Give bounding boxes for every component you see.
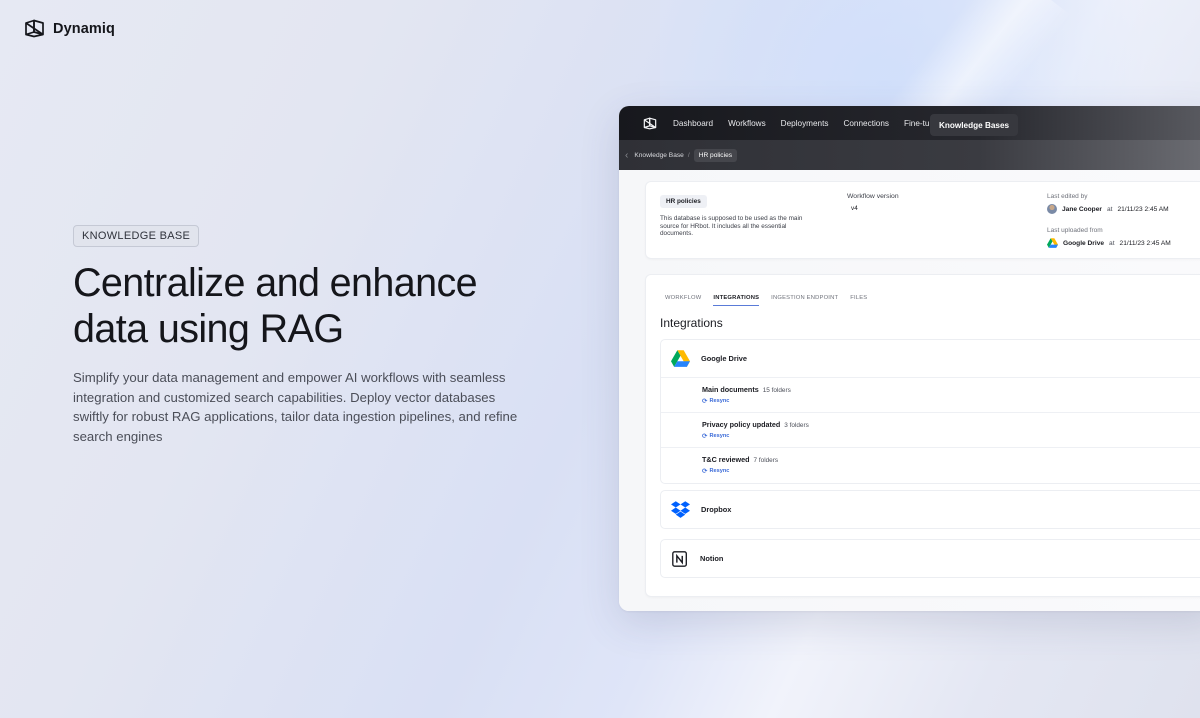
google-drive-icon xyxy=(1047,238,1058,248)
provider-notion: Notion xyxy=(660,539,1200,578)
at-word-2: at xyxy=(1109,239,1115,247)
provider-dropbox: Dropbox xyxy=(660,490,1200,529)
nav-logo-icon[interactable] xyxy=(643,117,657,130)
sync-icon: ⟳ xyxy=(702,398,708,405)
provider-header[interactable]: Dropbox xyxy=(661,491,1200,528)
hero-section: KNOWLEDGE BASE Centralize and enhance da… xyxy=(73,225,533,446)
nav-item-connections[interactable]: Connections xyxy=(843,119,889,128)
sync-icon: ⟳ xyxy=(702,468,708,475)
breadcrumb-separator: / xyxy=(687,151,690,159)
tab-workflow[interactable]: WORKFLOW xyxy=(665,295,701,306)
workflow-version-value: v4 xyxy=(851,205,858,212)
main-content: HR policies This database is supposed to… xyxy=(619,170,1200,611)
headline-line-1: Centralize and enhance xyxy=(73,261,478,305)
provider-header[interactable]: Notion xyxy=(661,540,1200,577)
tab-files[interactable]: FILES xyxy=(850,295,867,306)
brand[interactable]: Dynamiq xyxy=(24,19,115,38)
nav-item-workflows[interactable]: Workflows xyxy=(728,119,766,128)
folder-count: 3 folders xyxy=(784,422,809,429)
resync-label: Resync xyxy=(709,398,730,404)
last-edited-user: Jane Cooper xyxy=(1062,205,1102,213)
integrations-card: WORKFLOW INTEGRATIONS INGESTION ENDPOINT… xyxy=(645,274,1200,597)
kb-name-badge: HR policies xyxy=(660,195,707,208)
workflow-version-label: Workflow version xyxy=(847,193,899,200)
provider-name: Notion xyxy=(700,554,724,563)
sync-icon: ⟳ xyxy=(702,433,708,440)
resync-link[interactable]: ⟳ Resync xyxy=(702,397,1200,405)
top-nav: Dashboard Workflows Deployments Connecti… xyxy=(619,106,1200,140)
nav-item-deployments[interactable]: Deployments xyxy=(781,119,829,128)
list-item: Main documents 15 folders ⟳ Resync xyxy=(661,378,1200,413)
headline-line-2: data using RAG xyxy=(73,307,344,351)
breadcrumb-bar: ‹ Knowledge Base / HR policies xyxy=(619,140,1200,170)
brand-name: Dynamiq xyxy=(53,20,115,37)
at-word: at xyxy=(1106,205,1113,213)
provider-name: Google Drive xyxy=(701,354,747,363)
last-uploaded-source: Google Drive xyxy=(1063,239,1105,247)
folder-count: 15 folders xyxy=(762,387,791,394)
last-uploaded-label: Last uploaded from xyxy=(1047,227,1103,234)
resync-link[interactable]: ⟳ Resync xyxy=(702,467,1200,475)
back-chevron-icon[interactable]: ‹ xyxy=(625,150,628,161)
knowledge-base-info-card: HR policies This database is supposed to… xyxy=(645,181,1200,259)
last-edited-row: Jane Cooper at 21/11/23 2:45 AM xyxy=(1047,204,1169,214)
last-uploaded-row: Google Drive at 21/11/23 2:45 AM xyxy=(1047,238,1171,248)
breadcrumb-parent[interactable]: Knowledge Base xyxy=(634,152,684,159)
list-item: Privacy policy updated 3 folders ⟳ Resyn… xyxy=(661,413,1200,448)
folder-name: T&C reviewed xyxy=(702,455,750,464)
provider-name: Dropbox xyxy=(701,505,732,514)
folder-name: Main documents xyxy=(702,385,759,394)
notion-icon xyxy=(672,550,687,567)
resync-link[interactable]: ⟳ Resync xyxy=(702,432,1200,440)
tab-ingestion-endpoint[interactable]: INGESTION ENDPOINT xyxy=(771,295,838,306)
last-edited-time: 21/11/23 2:45 AM xyxy=(1117,205,1169,213)
tab-integrations[interactable]: INTEGRATIONS xyxy=(713,295,760,306)
resync-label: Resync xyxy=(709,433,730,439)
folder-name: Privacy policy updated xyxy=(702,420,781,429)
provider-google-drive: Google Drive Main documents 15 folders ⟳… xyxy=(660,339,1200,484)
hero-headline: Centralize and enhance data using RAG xyxy=(73,260,533,352)
nav-item-knowledge-bases[interactable]: Knowledge Bases xyxy=(930,114,1019,136)
kb-description: This database is supposed to be used as … xyxy=(660,215,803,238)
google-drive-icon xyxy=(671,350,690,367)
dropbox-icon xyxy=(671,501,690,518)
hero-subtext: Simplify your data management and empowe… xyxy=(73,370,518,444)
resync-label: Resync xyxy=(709,468,730,474)
nav-item-dashboard[interactable]: Dashboard xyxy=(673,119,713,128)
folder-count: 7 folders xyxy=(753,457,779,464)
folder-list: Main documents 15 folders ⟳ Resync Priva… xyxy=(661,377,1200,483)
avatar xyxy=(1047,204,1057,214)
section-tag: KNOWLEDGE BASE xyxy=(73,225,200,247)
last-edited-label: Last edited by xyxy=(1047,193,1088,200)
integrations-title: Integrations xyxy=(660,316,723,330)
tab-bar: WORKFLOW INTEGRATIONS INGESTION ENDPOINT… xyxy=(665,290,879,306)
provider-header[interactable]: Google Drive xyxy=(661,340,1200,377)
breadcrumb-current: HR policies xyxy=(693,148,738,162)
dynamiq-logo-icon xyxy=(25,19,44,38)
last-uploaded-time: 21/11/23 2:45 AM xyxy=(1119,239,1171,247)
app-window: Dashboard Workflows Deployments Connecti… xyxy=(619,106,1200,611)
list-item: T&C reviewed 7 folders ⟳ Resync xyxy=(661,448,1200,483)
